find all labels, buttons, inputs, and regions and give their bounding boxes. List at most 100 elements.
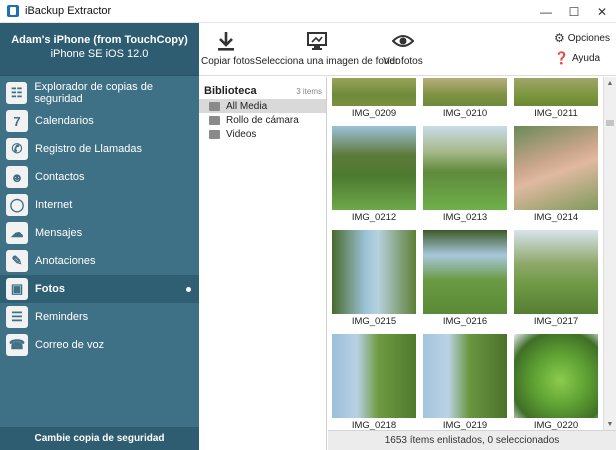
photo-grid: IMG_0209 IMG_0210 IMG_0211 IMG_0212 IMG_… [328, 77, 603, 430]
sidebar-item-reminders[interactable]: ☰ Reminders [0, 303, 199, 331]
maximize-icon[interactable]: ☐ [560, 0, 588, 23]
library-item-camera-roll[interactable]: Rollo de cámara [199, 113, 326, 127]
photo-label: IMG_0211 [534, 108, 578, 119]
scroll-thumb[interactable] [606, 120, 614, 126]
help-icon: ❓ [553, 51, 569, 65]
photo-thumbnail [423, 126, 507, 210]
right-tools: ⚙ Opciones ❓ Ayuda [554, 31, 610, 71]
photo-label: IMG_0212 [351, 212, 397, 223]
contacts-icon: ☻ [6, 166, 28, 188]
notes-icon: ✎ [6, 250, 28, 272]
sidebar-item-voicemail[interactable]: ☎ Correo de voz [0, 331, 199, 359]
photo-tile[interactable]: IMG_0212 [332, 126, 416, 223]
copy-photos-label: Copiar fotos [201, 56, 255, 67]
photo-label: IMG_0215 [351, 316, 397, 327]
sidebar-item-notes[interactable]: ✎ Anotaciones [0, 247, 199, 275]
minimize-icon[interactable]: — [532, 0, 560, 23]
scroll-up-icon[interactable]: ▲ [604, 77, 616, 89]
sidebar: Adam's iPhone (from TouchCopy) iPhone SE… [0, 23, 199, 450]
library-item-label: Videos [226, 128, 257, 140]
photo-label: IMG_0220 [533, 420, 579, 430]
scroll-down-icon[interactable]: ▼ [604, 418, 616, 430]
title-bar: iBackup Extractor — ☐ ✕ [0, 0, 616, 23]
photo-grid-scrollbar[interactable]: ▲ ▼ [603, 77, 616, 430]
calendar-icon: 7 [6, 110, 28, 132]
sidebar-item-calendars[interactable]: 7 Calendarios [0, 107, 199, 135]
photo-tile[interactable]: IMG_0213 [423, 126, 507, 223]
sidebar-item-label: Correo de voz [35, 339, 105, 351]
set-wallpaper-button[interactable]: Selecciona una imagen de fondo [255, 29, 401, 67]
photo-thumbnail [514, 230, 598, 314]
options-button[interactable]: ⚙ Opciones [554, 31, 610, 45]
library-item-all-media[interactable]: All Media [199, 99, 326, 113]
media-icon [209, 101, 220, 111]
photos-icon: ▣ [6, 278, 28, 300]
library-item-videos[interactable]: Videos [199, 127, 326, 141]
help-button[interactable]: ❓ Ayuda [554, 51, 610, 65]
photo-tile[interactable]: IMG_0214 [514, 126, 598, 223]
photo-thumbnail [332, 334, 416, 418]
sidebar-item-backup-explorer[interactable]: ☷ Explorador de copias de seguridad [0, 79, 199, 107]
sidebar-item-label: Explorador de copias de seguridad [34, 81, 153, 105]
photo-tile[interactable]: IMG_0216 [423, 230, 507, 327]
photo-tile[interactable]: IMG_0217 [514, 230, 598, 327]
photo-tile[interactable]: IMG_0210 [423, 78, 507, 119]
reminders-icon: ☰ [6, 306, 28, 328]
photo-thumbnail [423, 334, 507, 418]
gear-icon: ⚙ [553, 31, 565, 45]
change-backup-button[interactable]: Cambie copia de seguridad [0, 427, 199, 450]
active-indicator [186, 287, 191, 292]
view-photos-button[interactable]: Ver fotos [382, 29, 424, 67]
close-icon[interactable]: ✕ [588, 0, 616, 23]
library-count: 3 items [296, 86, 322, 96]
photo-label: IMG_0209 [351, 108, 397, 119]
internet-icon: ◯ [6, 194, 28, 216]
photo-tile[interactable]: IMG_0219 [423, 334, 507, 430]
sidebar-item-photos[interactable]: ▣ Fotos [0, 275, 199, 303]
photo-thumbnail [514, 78, 598, 106]
photo-label: IMG_0217 [533, 316, 579, 327]
copy-photos-button[interactable]: Copiar fotos [201, 29, 255, 67]
sidebar-item-contacts[interactable]: ☻ Contactos [0, 163, 199, 191]
sidebar-item-label: Calendarios [35, 115, 94, 127]
eye-icon [382, 29, 424, 53]
camera-icon [209, 115, 220, 125]
download-icon [201, 29, 251, 53]
photo-label: IMG_0214 [533, 212, 579, 223]
sidebar-item-label: Anotaciones [35, 255, 96, 267]
messages-icon: ☁ [6, 222, 28, 244]
device-name: Adam's iPhone (from TouchCopy) [11, 34, 188, 46]
sidebar-nav: ☷ Explorador de copias de seguridad 7 Ca… [0, 79, 199, 359]
toolbar: Copiar fotos Selecciona una imagen de fo… [199, 23, 616, 76]
photo-label: IMG_0210 [442, 108, 488, 119]
photo-thumbnail [423, 230, 507, 314]
view-photos-label: Ver fotos [383, 56, 423, 67]
photo-tile[interactable]: IMG_0220 [514, 334, 598, 430]
photo-thumbnail [332, 126, 416, 210]
photo-label: IMG_0219 [442, 420, 488, 430]
library-header: Biblioteca 3 items [199, 77, 326, 99]
library-item-label: Rollo de cámara [226, 114, 299, 126]
sidebar-item-label: Contactos [35, 171, 85, 183]
photo-thumbnail [332, 230, 416, 314]
photo-tile[interactable]: IMG_0218 [332, 334, 416, 430]
photo-tile[interactable]: IMG_0209 [332, 78, 416, 119]
photo-label: IMG_0216 [442, 316, 488, 327]
photo-thumbnail [332, 78, 416, 106]
sidebar-item-messages[interactable]: ☁ Mensajes [0, 219, 199, 247]
sidebar-item-internet[interactable]: ◯ Internet [0, 191, 199, 219]
photo-tile[interactable]: IMG_0211 [514, 78, 598, 119]
sidebar-item-label: Fotos [35, 283, 65, 295]
photo-thumbnail [514, 334, 598, 418]
library-title: Biblioteca [204, 85, 257, 97]
set-wallpaper-label: Selecciona una imagen de fondo [255, 56, 401, 67]
photo-tile[interactable]: IMG_0215 [332, 230, 416, 327]
sidebar-item-label: Mensajes [35, 227, 83, 239]
photo-label: IMG_0213 [442, 212, 488, 223]
video-icon [209, 129, 220, 139]
photo-label: IMG_0218 [351, 420, 397, 430]
status-bar: 1653 ítems enlistados, 0 seleccionados [328, 430, 616, 450]
device-header: Adam's iPhone (from TouchCopy) iPhone SE… [0, 23, 199, 76]
sidebar-item-call-log[interactable]: ✆ Registro de Llamadas [0, 135, 199, 163]
options-label: Opciones [567, 32, 610, 44]
